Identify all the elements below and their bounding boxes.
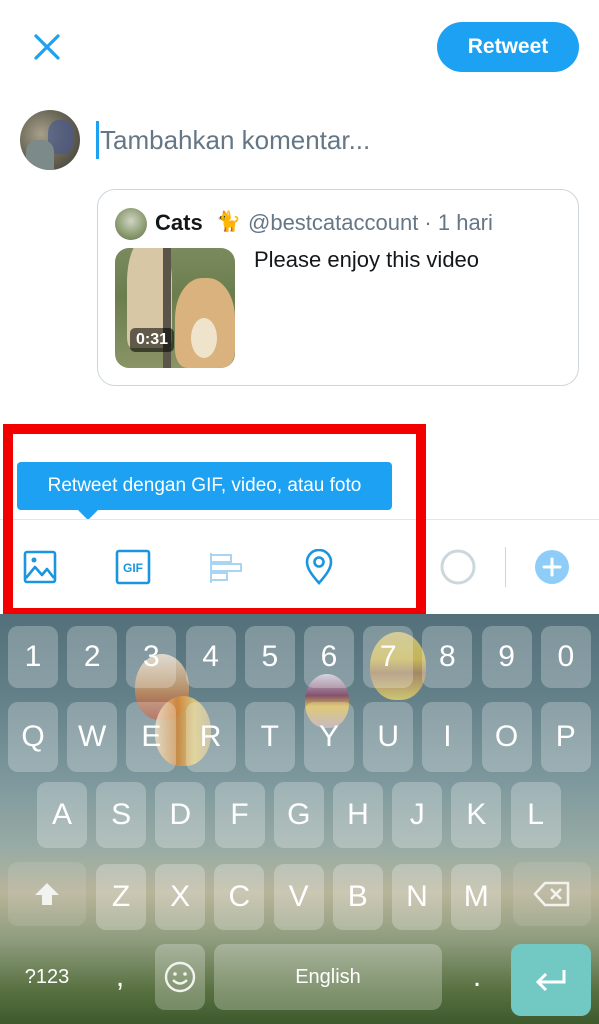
key-b[interactable]: B (332, 864, 383, 930)
toolbar-separator (505, 547, 506, 587)
shift-key[interactable] (8, 862, 86, 926)
cat-emoji-icon: 🐈 (216, 211, 241, 233)
key-o[interactable]: O (481, 702, 532, 772)
backspace-key[interactable] (513, 862, 591, 926)
close-icon (34, 34, 60, 60)
comment-input[interactable] (100, 118, 570, 162)
shift-icon (35, 883, 59, 905)
key-4[interactable]: 4 (185, 626, 236, 688)
key-c[interactable]: C (214, 864, 265, 930)
gif-icon: GIF (115, 549, 151, 585)
key-a[interactable]: A (37, 782, 87, 848)
video-duration: 0:31 (130, 328, 175, 352)
key-k[interactable]: K (451, 782, 502, 848)
text-caret (96, 121, 99, 159)
key-u[interactable]: U (363, 702, 414, 772)
key-9[interactable]: 9 (481, 626, 532, 688)
location-icon (305, 549, 333, 585)
key-w[interactable]: W (67, 702, 118, 772)
enter-icon (535, 970, 566, 992)
quoted-tweet-name: Cats (155, 210, 203, 235)
toolbar-divider (0, 519, 599, 520)
quoted-tweet-card[interactable]: Cats 🐈 @bestcataccount · 1 hari 0:31 Ple… (97, 189, 579, 386)
key-i[interactable]: I (422, 702, 473, 772)
key-f[interactable]: F (214, 782, 265, 848)
retweet-button[interactable]: Retweet (437, 22, 579, 72)
emoji-icon (164, 961, 196, 993)
key-m[interactable]: M (451, 864, 502, 930)
emoji-key[interactable] (155, 944, 205, 1010)
svg-text:GIF: GIF (123, 561, 143, 575)
quoted-tweet-handle-time: @bestcataccount · 1 hari (248, 210, 493, 235)
key-z[interactable]: Z (96, 864, 146, 930)
character-count-ring-icon (440, 549, 476, 585)
key-6[interactable]: 6 (304, 626, 354, 688)
key-x[interactable]: X (155, 864, 206, 930)
image-icon (23, 550, 57, 584)
key-0[interactable]: 0 (540, 626, 591, 688)
key-7[interactable]: 7 (363, 626, 414, 688)
media-tooltip: Retweet dengan GIF, video, atau foto (17, 462, 392, 510)
comma-key[interactable]: , (95, 944, 145, 1010)
key-r[interactable]: R (185, 702, 236, 772)
add-tweet-icon (535, 550, 569, 584)
video-thumbnail[interactable]: 0:31 (115, 248, 235, 368)
space-key[interactable]: English (214, 944, 442, 1010)
character-count-ring (438, 547, 478, 587)
key-y[interactable]: Y (304, 702, 354, 772)
key-8[interactable]: 8 (422, 626, 473, 688)
add-image-button[interactable] (20, 547, 60, 587)
key-2[interactable]: 2 (67, 626, 118, 688)
key-5[interactable]: 5 (244, 626, 295, 688)
add-gif-button[interactable]: GIF (113, 547, 153, 587)
key-1[interactable]: 1 (8, 626, 58, 688)
key-d[interactable]: D (155, 782, 206, 848)
quoted-tweet-text: Please enjoy this video (254, 247, 480, 272)
key-v[interactable]: V (273, 864, 324, 930)
backspace-icon (533, 881, 570, 907)
key-e[interactable]: E (126, 702, 177, 772)
add-poll-button[interactable] (205, 547, 245, 587)
key-h[interactable]: H (333, 782, 383, 848)
enter-key[interactable] (511, 944, 591, 1016)
period-key[interactable]: . (452, 944, 502, 1010)
highlight-annotation-box (3, 424, 426, 618)
close-button[interactable] (28, 28, 66, 66)
key-l[interactable]: L (510, 782, 561, 848)
add-location-button[interactable] (299, 547, 339, 587)
onscreen-keyboard: 1 2 3 4 5 6 7 8 9 0 Q W E R T Y U I O P A S D F G H J K L Z X C V B N M ?123… (0, 614, 599, 1024)
key-g[interactable]: G (273, 782, 324, 848)
key-p[interactable]: P (540, 702, 591, 772)
user-avatar (20, 110, 80, 170)
key-n[interactable]: N (392, 864, 442, 930)
key-q[interactable]: Q (8, 702, 58, 772)
symbols-key[interactable]: ?123 (8, 944, 86, 1010)
poll-icon (210, 553, 242, 583)
key-3[interactable]: 3 (126, 626, 177, 688)
retweet-composer-screen: Retweet Cats 🐈 @bestcataccount · 1 hari … (0, 0, 599, 1024)
key-t[interactable]: T (244, 702, 295, 772)
key-j[interactable]: J (392, 782, 443, 848)
quoted-tweet-avatar (115, 208, 147, 240)
key-s[interactable]: S (96, 782, 147, 848)
add-tweet-button[interactable] (532, 547, 572, 587)
